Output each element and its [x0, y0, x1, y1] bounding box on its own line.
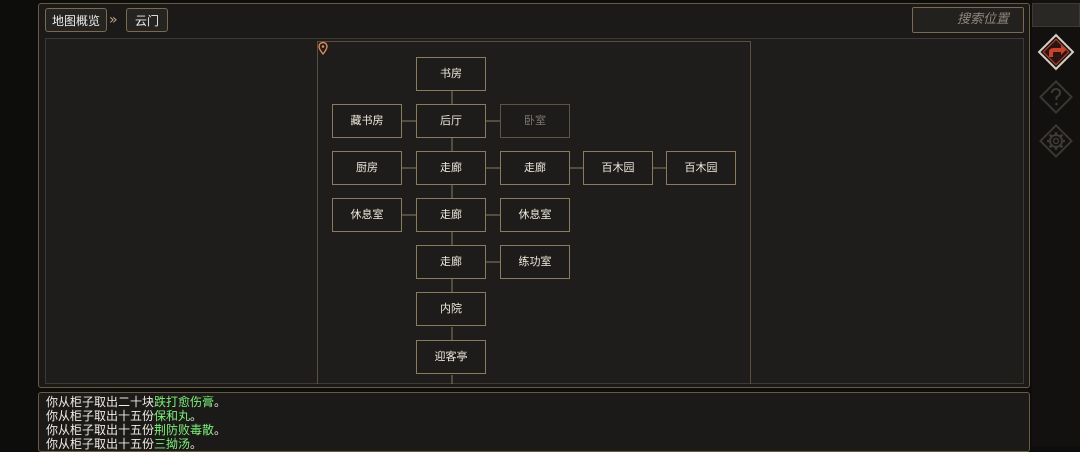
log-item-name: 保和丸 — [154, 409, 191, 423]
settings-button[interactable] — [1036, 121, 1076, 161]
log-line: 你从柜子取出十五份三拗汤。 — [46, 437, 203, 451]
log-line: 你从柜子取出二十块跌打愈伤膏。 — [46, 395, 227, 409]
room-corridor-4[interactable]: 走廊 — [416, 245, 486, 279]
toolbar-top-bar — [1032, 3, 1080, 27]
room-lounge-2[interactable]: 休息室 — [500, 198, 570, 232]
room-library[interactable]: 藏书房 — [332, 104, 402, 138]
room-bedroom[interactable]: 卧室 — [500, 104, 570, 138]
log-item-name: 荆防败毒散 — [154, 423, 215, 437]
room-kitchen[interactable]: 厨房 — [332, 151, 402, 185]
log-item-name: 跌打愈伤膏 — [154, 395, 215, 409]
tab-map-overview[interactable]: 地图概览 — [45, 8, 107, 32]
room-training-room[interactable]: 练功室 — [500, 245, 570, 279]
room-lounge-1[interactable]: 休息室 — [332, 198, 402, 232]
map-frame: 书房 藏书房 后厅 卧室 厨房 走廊 走廊 百木园 百木园 休息室 走廊 休息室… — [317, 41, 751, 384]
room-inner-court[interactable]: 内院 — [416, 292, 486, 326]
return-arrow-icon — [1037, 33, 1075, 71]
log-line: 你从柜子取出十五份保和丸。 — [46, 409, 203, 423]
room-guest-pavilion[interactable]: 迎客亭 — [416, 340, 486, 374]
log-item-name: 三拗汤 — [154, 437, 191, 451]
help-icon — [1039, 80, 1073, 114]
room-corridor-3[interactable]: 走廊 — [416, 198, 486, 232]
right-toolbar — [1032, 0, 1080, 446]
room-garden-1[interactable]: 百木园 — [583, 151, 653, 185]
room-corridor-1[interactable]: 走廊 — [416, 151, 486, 185]
room-corridor-2[interactable]: 走廊 — [500, 151, 570, 185]
room-study[interactable]: 书房 — [416, 57, 486, 91]
breadcrumb-separator: » — [109, 12, 118, 28]
map-pin-icon — [318, 42, 328, 55]
tab-current-area[interactable]: 云门 — [126, 8, 168, 32]
room-back-hall[interactable]: 后厅 — [416, 104, 486, 138]
message-log: 你从柜子取出二十块跌打愈伤膏。 你从柜子取出十五份保和丸。 你从柜子取出十五份荆… — [38, 392, 1030, 452]
help-button[interactable] — [1036, 77, 1076, 117]
search-location-input[interactable]: 搜索位置 — [912, 7, 1024, 33]
log-line: 你从柜子取出十五份荆防败毒散。 — [46, 423, 227, 437]
return-button[interactable] — [1036, 32, 1076, 72]
settings-gear-icon — [1039, 124, 1073, 158]
room-garden-2[interactable]: 百木园 — [666, 151, 736, 185]
